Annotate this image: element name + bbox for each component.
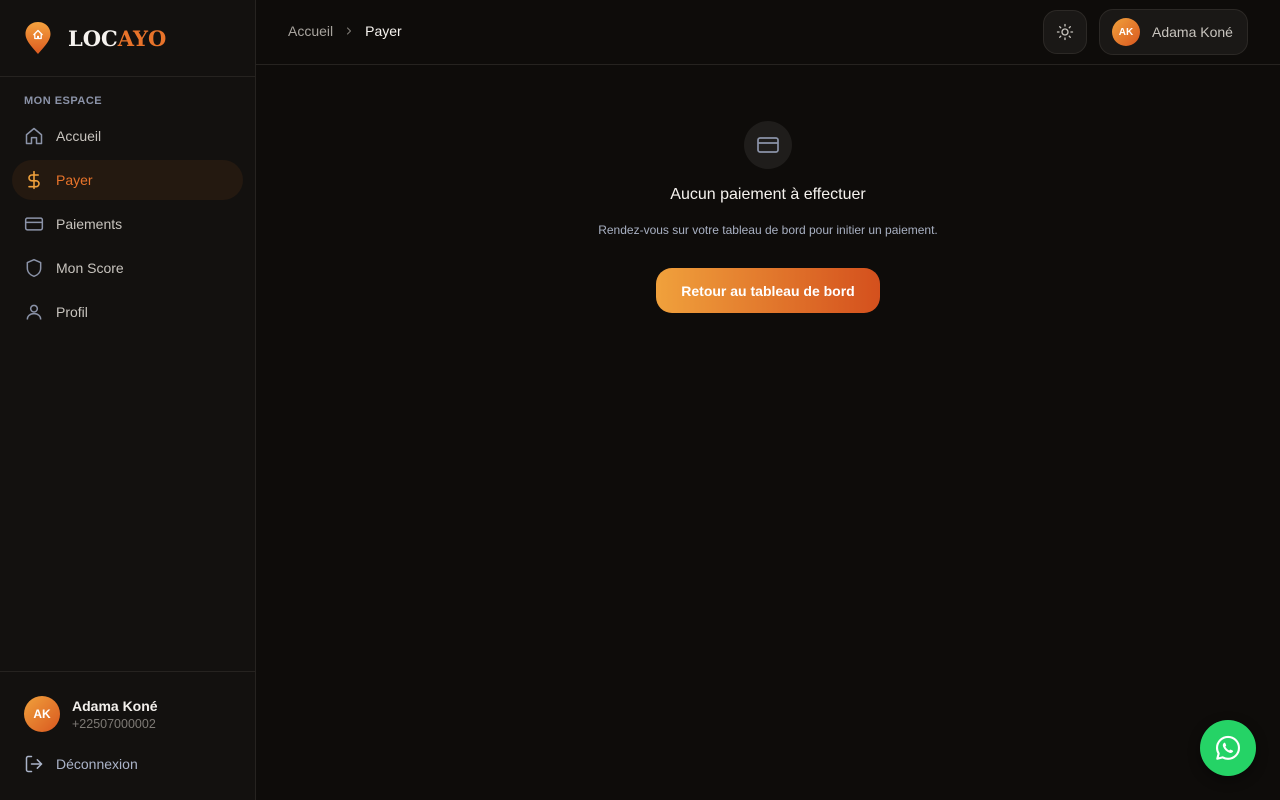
sidebar-item-label: Profil [56,304,88,320]
user-menu-button[interactable]: AK Adama Koné [1099,9,1248,55]
sidebar-footer: AK Adama Koné +22507000002 Déconnexion [0,671,255,800]
whatsapp-icon [1215,735,1241,760]
logo[interactable]: LOCAYO [0,0,255,77]
empty-state-title: Aucun paiement à effectuer [670,186,866,203]
sidebar-item-label: Mon Score [56,260,124,276]
sidebar: LOCAYO MON ESPACE Accueil Payer Paiement… [0,0,256,800]
breadcrumb-current: Payer [365,23,402,39]
top-header: Accueil Payer AK Adama Koné [256,0,1280,65]
theme-toggle-button[interactable] [1043,10,1087,54]
logout-button[interactable]: Déconnexion [24,754,138,774]
credit-card-icon [744,121,792,169]
sidebar-item-label: Payer [56,172,93,188]
breadcrumb-home-link[interactable]: Accueil [288,23,333,39]
credit-card-icon [24,214,44,234]
empty-state: Aucun paiement à effectuer Rendez-vous s… [256,65,1280,313]
sun-icon [1056,23,1074,41]
user-name: Adama Koné [1152,24,1233,40]
shield-icon [24,258,44,278]
sidebar-item-accueil[interactable]: Accueil [12,116,243,156]
back-to-dashboard-button[interactable]: Retour au tableau de bord [656,268,880,313]
sidebar-item-mon-score[interactable]: Mon Score [12,248,243,288]
sidebar-item-paiements[interactable]: Paiements [12,204,243,244]
whatsapp-button[interactable] [1200,720,1256,776]
sidebar-item-profil[interactable]: Profil [12,292,243,332]
empty-state-subtitle: Rendez-vous sur votre tableau de bord po… [598,223,938,237]
section-label: MON ESPACE [24,95,103,107]
avatar: AK [1112,18,1140,46]
dollar-icon [24,170,44,190]
home-icon [24,126,44,146]
breadcrumb: Accueil Payer [288,23,402,39]
sidebar-item-label: Accueil [56,128,102,144]
avatar: AK [24,696,60,732]
user-name: Adama Koné [72,697,158,714]
sidebar-nav: Accueil Payer Paiements Mon Score Profil [12,116,243,336]
logout-label: Déconnexion [56,756,138,772]
user-icon [24,302,44,322]
brand-name: LOCAYO [68,25,167,51]
location-pin-logo-icon [25,22,51,54]
logout-icon [24,754,44,774]
sidebar-item-label: Paiements [56,216,123,232]
sidebar-item-payer[interactable]: Payer [12,160,243,200]
user-phone: +22507000002 [72,716,156,731]
chevron-right-icon [343,25,355,37]
sidebar-user: AK Adama Koné +22507000002 [24,696,158,732]
